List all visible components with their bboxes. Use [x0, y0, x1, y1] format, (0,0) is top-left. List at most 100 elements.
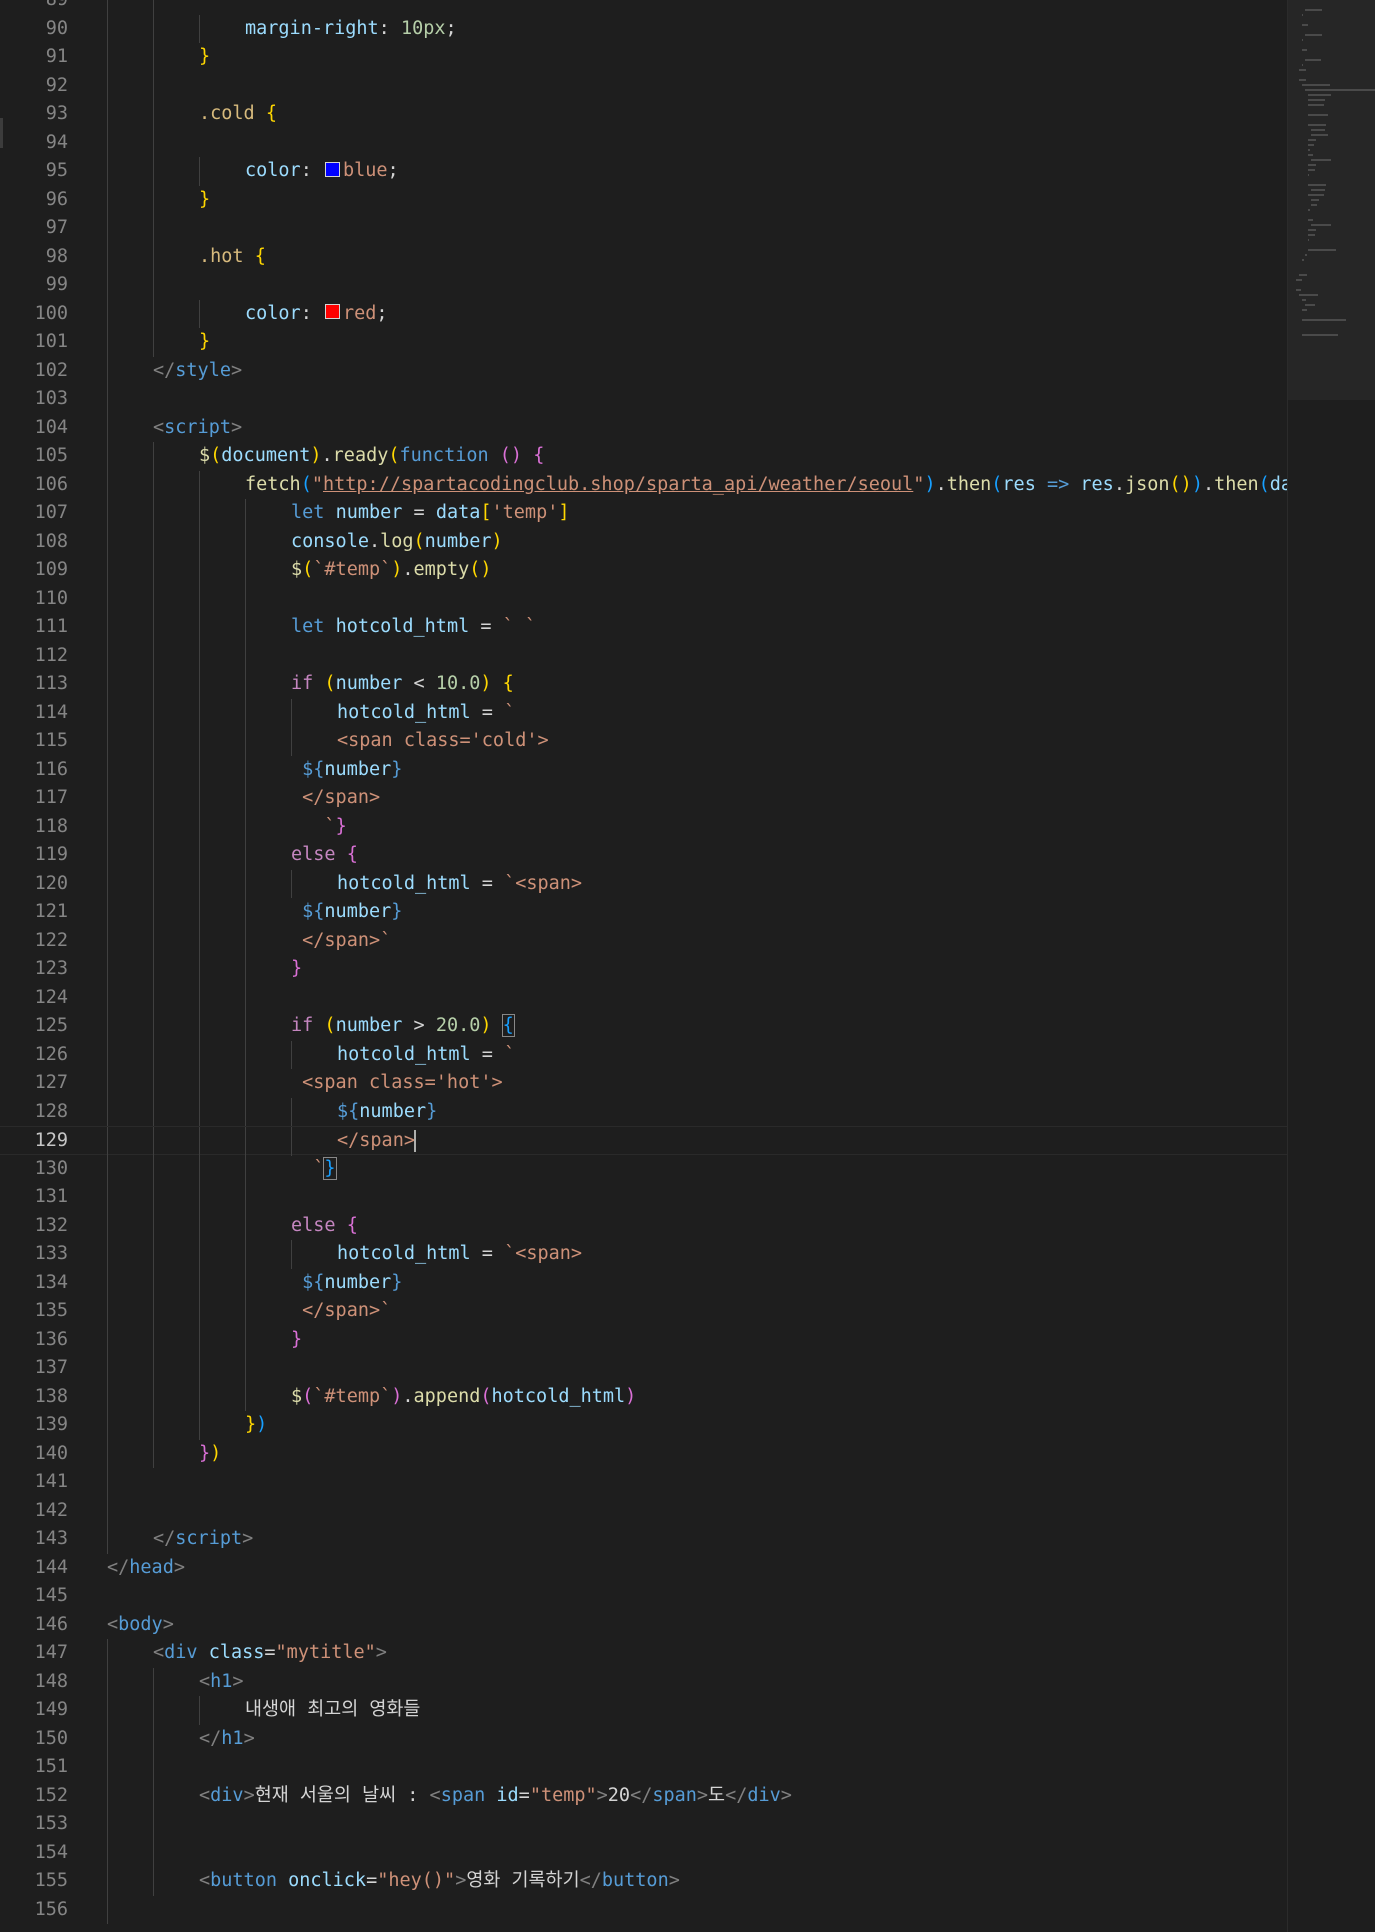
code-line[interactable]: 138 $(`#temp`).append(hotcold_html)	[0, 1382, 1287, 1412]
line-number[interactable]: 120	[0, 870, 68, 899]
code-line[interactable]: 96}	[0, 185, 1287, 214]
line-number[interactable]: 109	[0, 556, 68, 585]
line-number[interactable]: 90	[0, 15, 68, 44]
code-line[interactable]: 153	[0, 1810, 1287, 1839]
code-text[interactable]: color: blue;	[107, 157, 1287, 186]
code-line[interactable]: 89	[0, 0, 1287, 15]
code-text[interactable]: hotcold_html = `<span>	[107, 870, 1287, 899]
code-line[interactable]: 114 hotcold_html = `	[0, 698, 1287, 727]
line-number[interactable]: 145	[0, 1582, 68, 1611]
code-line[interactable]: 145	[0, 1582, 1287, 1611]
line-number[interactable]: 102	[0, 357, 68, 386]
code-line[interactable]: 141	[0, 1468, 1287, 1497]
code-text[interactable]: <body>	[107, 1611, 1287, 1640]
code-text[interactable]: if (number < 10.0) {	[107, 670, 1287, 699]
code-text[interactable]: let number = data['temp']	[107, 499, 1287, 528]
code-text[interactable]: `}	[107, 813, 1287, 842]
code-text[interactable]: ${number}	[107, 1098, 1287, 1127]
code-lines[interactable]: 8990margin-right: 10px;91}9293.cold {949…	[0, 0, 1287, 1924]
line-number[interactable]: 108	[0, 528, 68, 557]
code-line[interactable]: 106 fetch("http://spartacodingclub.shop/s…	[0, 470, 1287, 500]
code-line[interactable]: 154	[0, 1838, 1287, 1867]
code-line[interactable]: 136}	[0, 1325, 1287, 1355]
line-number[interactable]: 134	[0, 1269, 68, 1298]
line-number[interactable]: 135	[0, 1297, 68, 1326]
line-number[interactable]: 149	[0, 1696, 68, 1725]
code-line[interactable]: 147 <div class="mytitle">	[0, 1639, 1287, 1668]
code-line[interactable]: 135 </span>`	[0, 1297, 1287, 1326]
code-line[interactable]: 117 </span>	[0, 784, 1287, 813]
code-line[interactable]: 155 <button onclick="hey()">영화 기록하기</butt…	[0, 1867, 1287, 1896]
code-line[interactable]: 128 ${number}	[0, 1097, 1287, 1127]
code-line[interactable]: 101}	[0, 328, 1287, 357]
line-number[interactable]: 152	[0, 1782, 68, 1811]
code-text[interactable]: console.log(number)	[107, 528, 1287, 557]
code-line[interactable]: 115 <span class='cold'>	[0, 727, 1287, 756]
code-text[interactable]: }	[107, 43, 1287, 72]
code-text[interactable]: ${number}	[107, 756, 1287, 785]
code-text[interactable]: </script>	[107, 1525, 1287, 1554]
line-number[interactable]: 122	[0, 927, 68, 956]
line-number[interactable]: 136	[0, 1326, 68, 1355]
code-line[interactable]: 151	[0, 1753, 1287, 1782]
line-number[interactable]: 127	[0, 1069, 68, 1098]
code-text[interactable]: </span>`	[107, 927, 1287, 956]
line-number[interactable]: 117	[0, 784, 68, 813]
code-line[interactable]: 124	[0, 983, 1287, 1013]
code-line[interactable]: 132 else {	[0, 1211, 1287, 1241]
code-line[interactable]: 148 <h1>	[0, 1667, 1287, 1696]
code-text[interactable]: hotcold_html = `<span>	[107, 1240, 1287, 1269]
line-number[interactable]: 151	[0, 1753, 68, 1782]
code-text[interactable]: margin-right: 10px;	[107, 15, 1287, 44]
code-line[interactable]: 140})	[0, 1439, 1287, 1469]
code-text[interactable]: else {	[107, 1212, 1287, 1241]
code-text[interactable]: </span>	[107, 784, 1287, 813]
code-line[interactable]: 100 color: red;	[0, 299, 1287, 329]
code-text[interactable]: }	[107, 1326, 1287, 1355]
code-text[interactable]: `}	[107, 1155, 1287, 1184]
line-number[interactable]: 142	[0, 1497, 68, 1526]
code-line[interactable]: 99	[0, 271, 1287, 300]
code-text[interactable]: </span>`	[107, 1297, 1287, 1326]
line-number[interactable]: 143	[0, 1525, 68, 1554]
code-line[interactable]: 142	[0, 1496, 1287, 1526]
code-line[interactable]: 113 if (number < 10.0) {	[0, 670, 1287, 699]
code-text[interactable]: }	[107, 955, 1287, 984]
line-number[interactable]: 125	[0, 1012, 68, 1041]
line-number[interactable]: 94	[0, 129, 68, 158]
code-text[interactable]: })	[107, 1440, 1287, 1469]
line-number[interactable]: 137	[0, 1354, 68, 1383]
code-text[interactable]: $(document).ready(function () {	[107, 442, 1287, 471]
code-text[interactable]: <div>현재 서울의 날씨 : <span id="temp">20</spa…	[107, 1782, 1287, 1811]
line-number[interactable]: 95	[0, 157, 68, 186]
line-number[interactable]: 124	[0, 984, 68, 1013]
code-line[interactable]: 92	[0, 71, 1287, 100]
code-text[interactable]: <script>	[107, 414, 1287, 443]
code-line[interactable]: 146 <body>	[0, 1611, 1287, 1640]
code-line[interactable]: 107 let number = data['temp']	[0, 499, 1287, 528]
code-line[interactable]: 123}	[0, 955, 1287, 984]
line-number[interactable]: 91	[0, 43, 68, 72]
code-line[interactable]: 120 hotcold_html = `<span>	[0, 869, 1287, 899]
code-line[interactable]: 152 <div>현재 서울의 날씨 : <span id="temp">20</…	[0, 1781, 1287, 1811]
line-number[interactable]: 112	[0, 642, 68, 671]
code-text[interactable]: <div class="mytitle">	[107, 1639, 1287, 1668]
line-number[interactable]: 107	[0, 499, 68, 528]
line-number[interactable]: 111	[0, 613, 68, 642]
line-number[interactable]: 140	[0, 1440, 68, 1469]
line-number[interactable]: 138	[0, 1383, 68, 1412]
code-text[interactable]: fetch("http://spartacodingclub.shop/spar…	[107, 471, 1287, 500]
line-number[interactable]: 100	[0, 300, 68, 329]
code-text[interactable]: $(`#temp`).append(hotcold_html)	[107, 1383, 1287, 1412]
line-number[interactable]: 119	[0, 841, 68, 870]
code-line[interactable]: 111 let hotcold_html = ` `	[0, 613, 1287, 642]
code-text[interactable]: </head>	[107, 1554, 1287, 1583]
code-line[interactable]: 137	[0, 1354, 1287, 1383]
code-line[interactable]: 133 hotcold_html = `<span>	[0, 1240, 1287, 1269]
code-line[interactable]: 98 .hot {	[0, 242, 1287, 272]
line-number[interactable]: 129	[0, 1127, 68, 1156]
code-line[interactable]: 109 $(`#temp`).empty()	[0, 556, 1287, 585]
code-editor[interactable]: 8990margin-right: 10px;91}9293.cold {949…	[0, 0, 1287, 1932]
code-line[interactable]: 122 </span>`	[0, 926, 1287, 956]
code-text[interactable]: .hot {	[107, 243, 1287, 272]
